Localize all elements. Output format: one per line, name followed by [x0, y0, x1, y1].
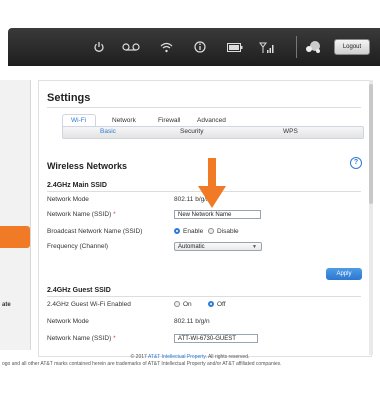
apply-button[interactable]: Apply: [326, 268, 362, 280]
wifi-icon[interactable]: [159, 38, 173, 56]
divider: [47, 107, 361, 108]
arrow-down-icon: [198, 158, 226, 208]
tab-advanced[interactable]: Advanced: [197, 117, 226, 124]
top-status-bar: Logout: [8, 28, 380, 66]
help-icon[interactable]: ?: [350, 157, 362, 169]
guest-off-radio[interactable]: [208, 301, 214, 307]
guest-network-mode-label: Network Mode: [47, 318, 89, 325]
battery-icon[interactable]: [226, 38, 244, 56]
main-ssid-heading: 2.4GHz Main SSID: [47, 182, 107, 189]
guest-on-radio[interactable]: [174, 301, 180, 307]
signal-icon[interactable]: [259, 38, 275, 56]
guest-off-label: Off: [217, 301, 226, 308]
network-name-input[interactable]: New Network Name: [174, 210, 261, 219]
subtab-basic[interactable]: Basic: [100, 128, 116, 135]
guest-network-mode-value: 802.11 b/g/n: [174, 318, 210, 325]
topbar-divider: [296, 36, 297, 58]
broadcast-ssid-label: Broadcast Network Name (SSID): [47, 228, 143, 235]
scrollbar-thumb[interactable]: [369, 84, 373, 204]
page-title: Settings: [47, 92, 91, 104]
frequency-select-value: Automatic: [178, 244, 205, 250]
chevron-down-icon: ▼: [252, 244, 257, 250]
tab-wifi[interactable]: Wi-Fi: [71, 117, 86, 124]
guest-network-name-label: Network Name (SSID) *: [47, 335, 116, 342]
divider: [47, 296, 361, 297]
guest-enabled-label: 2.4GHz Guest Wi-Fi Enabled: [47, 301, 131, 308]
left-panel-selected-tab[interactable]: [0, 226, 30, 248]
guest-network-name-input[interactable]: ATT-WI-6730-GUEST: [174, 334, 258, 343]
network-mode-label: Network Mode: [47, 196, 89, 203]
guest-ssid-heading: 2.4GHz Guest SSID: [47, 287, 111, 294]
subtab-security[interactable]: Security: [180, 128, 203, 135]
broadcast-enable-radio[interactable]: [174, 228, 180, 234]
broadcast-disable-radio[interactable]: [208, 228, 214, 234]
wireless-networks-heading: Wireless Networks: [47, 161, 127, 171]
tab-network[interactable]: Network: [112, 117, 136, 124]
subtab-wps[interactable]: WPS: [283, 128, 298, 135]
tab-firewall[interactable]: Firewall: [158, 117, 180, 124]
guest-on-label: On: [183, 301, 192, 308]
voicemail-icon[interactable]: [122, 38, 140, 56]
broadcast-enable-label: Enable: [183, 228, 204, 235]
copyright-link[interactable]: AT&T Intellectual Property: [148, 354, 206, 360]
logout-button[interactable]: Logout: [334, 39, 370, 55]
power-icon[interactable]: [92, 38, 106, 56]
footer-copyright: © 2017 AT&T Intellectual Property. All r…: [130, 354, 250, 360]
broadcast-disable-label: Disable: [217, 228, 239, 235]
footer-trademark: ogo and all other AT&T marks contained h…: [2, 361, 282, 367]
frequency-select[interactable]: Automatic ▼: [174, 242, 262, 251]
info-icon[interactable]: [194, 38, 206, 56]
left-panel: [0, 80, 31, 350]
network-icon[interactable]: [304, 38, 322, 56]
network-name-label: Network Name (SSID) *: [47, 211, 116, 218]
left-panel-text: ate: [2, 302, 11, 308]
frequency-label: Frequency (Channel): [47, 243, 109, 250]
